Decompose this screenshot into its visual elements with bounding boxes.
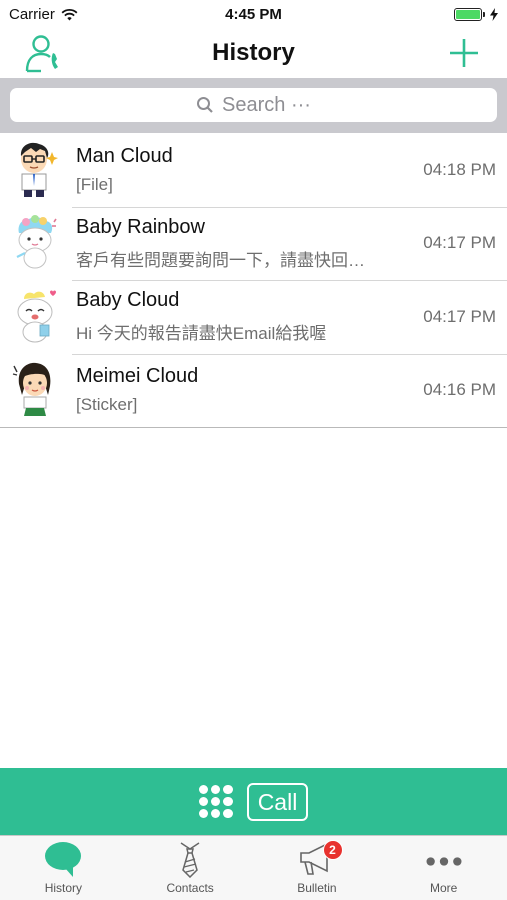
history-item-text: Baby Rainbow 客戶有些問題要詢問一下，請盡快回… <box>76 216 423 271</box>
chat-bubble-icon <box>43 840 83 878</box>
history-item-text: Meimei Cloud [Sticker] <box>76 365 423 415</box>
status-time: 4:45 PM <box>225 5 282 23</box>
baby-cloud-avatar <box>17 290 56 343</box>
history-item[interactable]: Baby Rainbow 客戶有些問題要詢問一下，請盡快回… 04:17 PM <box>0 206 507 281</box>
page-title: History <box>212 39 295 66</box>
tie-icon <box>170 840 210 878</box>
wifi-icon <box>61 8 78 20</box>
contact-name: Man Cloud <box>76 144 173 167</box>
baby-rainbow-avatar <box>16 215 57 269</box>
tab-label: More <box>429 881 458 895</box>
history-item[interactable]: Baby Cloud Hi 今天的報告請盡快Email給我喔 04:17 PM <box>0 280 507 354</box>
tab-bulletin[interactable]: 2 Bulletin <box>254 836 381 900</box>
status-bar: Carrier 4:45 PM <box>0 0 507 28</box>
history-item-text: Man Cloud [File] <box>76 145 423 195</box>
history-list: Man Cloud [File] 04:18 PM Baby Rainbow 客… <box>0 133 507 428</box>
contact-name: Baby Rainbow <box>76 215 205 238</box>
last-message: 客戶有些問題要詢問一下，請盡快回… <box>76 250 365 270</box>
carrier-label: Carrier <box>9 5 55 23</box>
meimei-cloud-avatar <box>12 363 51 417</box>
status-left: Carrier <box>9 6 159 23</box>
nav-bar: History <box>0 28 507 78</box>
contact-phone-icon <box>25 35 58 73</box>
message-time: 04:18 PM <box>423 159 496 179</box>
man-cloud-avatar <box>20 142 58 197</box>
message-time: 04:17 PM <box>423 306 496 326</box>
tab-history[interactable]: History <box>0 836 127 900</box>
search-bar: Search ··· <box>0 78 507 133</box>
tab-label: Contacts <box>166 881 214 895</box>
tab-more[interactable]: More <box>380 836 507 900</box>
message-time: 04:17 PM <box>423 233 496 253</box>
search-placeholder: Search ··· <box>222 93 311 116</box>
plus-icon <box>450 39 478 67</box>
history-item[interactable]: Man Cloud [File] 04:18 PM <box>0 133 507 207</box>
history-item[interactable]: Meimei Cloud [Sticker] 04:16 PM <box>0 353 507 428</box>
battery-icon <box>453 7 485 21</box>
search-icon <box>197 97 213 113</box>
tab-label: Bulletin <box>297 881 337 895</box>
status-right <box>348 7 498 21</box>
last-message: [File] <box>76 174 113 194</box>
call-bar: Call <box>0 768 507 835</box>
contact-name: Meimei Cloud <box>76 365 199 388</box>
last-message: Hi 今天的報告請盡快Email給我喔 <box>76 324 327 344</box>
message-time: 04:16 PM <box>423 380 496 400</box>
search-input[interactable]: Search ··· <box>10 88 497 122</box>
call-button[interactable]: Call <box>246 782 309 821</box>
tab-label: History <box>44 881 83 895</box>
tab-bar: History Contacts 2 Bulletin More <box>0 835 507 900</box>
more-dots-icon <box>424 840 464 878</box>
contact-phone-button[interactable] <box>24 32 66 74</box>
notification-badge: 2 <box>322 840 343 860</box>
charging-bolt-icon <box>489 7 498 21</box>
tab-contacts[interactable]: Contacts <box>127 836 254 900</box>
contact-name: Baby Cloud <box>76 289 180 312</box>
last-message: [Sticker] <box>76 395 138 415</box>
keypad-icon[interactable] <box>198 784 233 819</box>
history-item-text: Baby Cloud Hi 今天的報告請盡快Email給我喔 <box>76 289 423 344</box>
add-button[interactable] <box>447 36 481 70</box>
